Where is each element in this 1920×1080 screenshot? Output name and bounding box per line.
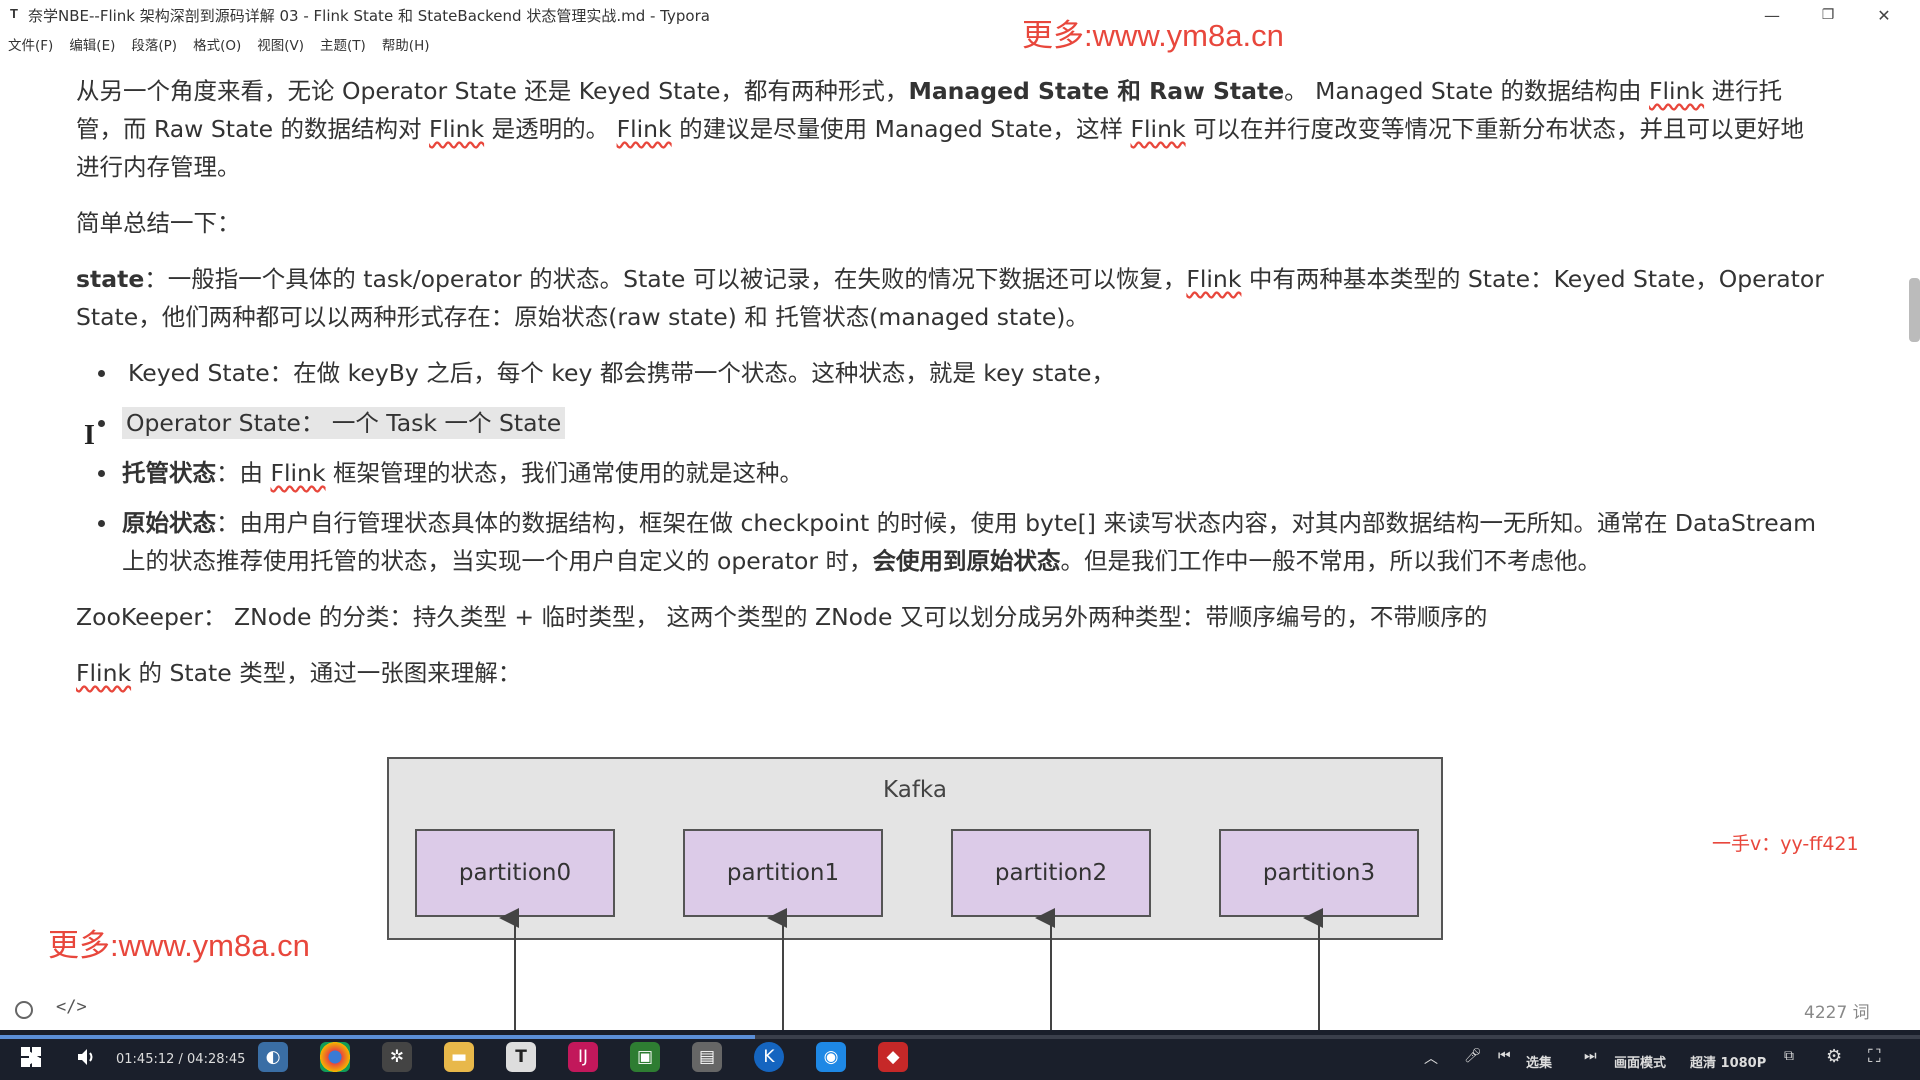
scrollbar-thumb[interactable] bbox=[1909, 278, 1920, 342]
play-icon[interactable] bbox=[24, 1048, 44, 1068]
source-code-toggle[interactable]: </> bbox=[56, 997, 87, 1017]
settings-icon[interactable]: ⚙︎ bbox=[1826, 1046, 1842, 1067]
intellij-icon[interactable]: IJ bbox=[568, 1042, 598, 1072]
volume-icon[interactable] bbox=[72, 1042, 102, 1072]
watermark-left: 更多:www.ym8a.cn bbox=[48, 928, 310, 963]
quality-button[interactable]: 超清 1080P bbox=[1690, 1052, 1766, 1071]
video-time: 01:45:12 / 04:28:45 bbox=[116, 1052, 246, 1067]
outline-toggle-icon[interactable] bbox=[15, 1001, 33, 1019]
app-red-icon[interactable]: ◆ bbox=[878, 1042, 908, 1072]
app-blue-icon[interactable]: ◉ bbox=[816, 1042, 846, 1072]
app-k-icon[interactable]: K bbox=[754, 1042, 784, 1072]
unity-icon[interactable]: ✲ bbox=[382, 1042, 412, 1072]
word-count[interactable]: 4227 词 bbox=[1804, 998, 1870, 1023]
video-progress-bar[interactable] bbox=[0, 1035, 1920, 1039]
mic-icon[interactable]: 🎤︎ bbox=[1464, 1048, 1482, 1064]
screenshot-icon[interactable]: ⧉ bbox=[1784, 1048, 1794, 1064]
episodes-button[interactable]: 选集 bbox=[1526, 1052, 1552, 1071]
files-icon[interactable]: ▬ bbox=[444, 1042, 474, 1072]
app-icon[interactable]: ◐ bbox=[258, 1042, 288, 1072]
fullscreen-icon[interactable]: ⛶ bbox=[1868, 1046, 1881, 1067]
watermark-right: 一手v：yy-ff421 bbox=[1712, 833, 1859, 855]
chrome-icon[interactable] bbox=[320, 1042, 350, 1072]
diagram-arrows bbox=[499, 908, 1323, 1030]
chevron-up-icon[interactable]: ︿ bbox=[1424, 1048, 1438, 1068]
picture-mode-button[interactable]: 画面模式 bbox=[1614, 1052, 1666, 1071]
next-icon[interactable]: ⏭︎ bbox=[1584, 1048, 1597, 1064]
video-progress-fill bbox=[0, 1035, 755, 1039]
app-gray-icon[interactable]: ▤ bbox=[692, 1042, 722, 1072]
typora-icon[interactable]: T bbox=[506, 1042, 536, 1072]
prev-icon[interactable]: ⏮︎ bbox=[1498, 1048, 1511, 1064]
app-green-icon[interactable]: ▣ bbox=[630, 1042, 660, 1072]
